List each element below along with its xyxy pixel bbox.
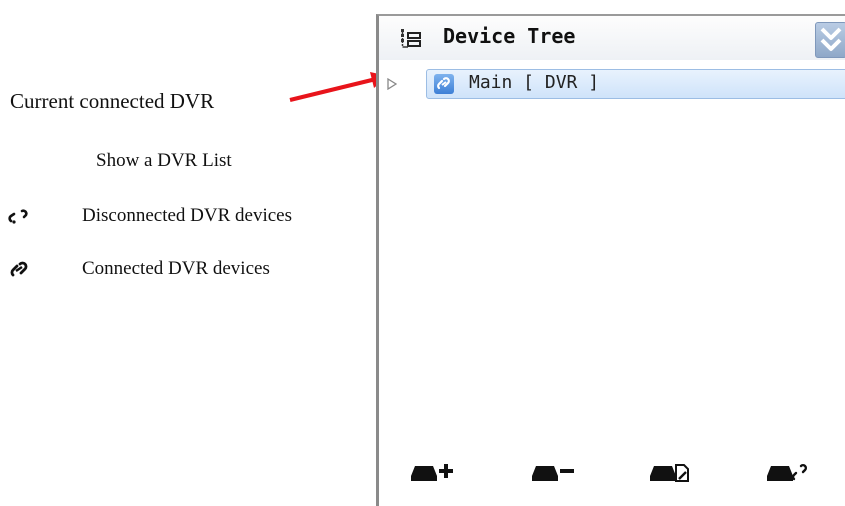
- connect-device-button[interactable]: [763, 452, 811, 486]
- edit-device-button[interactable]: [646, 452, 694, 486]
- panel-title: Device Tree: [443, 24, 576, 48]
- tree-item-label: Main [ DVR ]: [469, 72, 600, 93]
- connected-link-icon: [8, 259, 34, 279]
- add-device-icon: [411, 464, 453, 481]
- connected-link-icon: [434, 74, 454, 94]
- expand-arrow-icon[interactable]: [387, 77, 398, 91]
- current-dvr-annotation: Current connected DVR: [10, 89, 215, 113]
- remove-device-icon: [532, 466, 574, 481]
- collapse-button[interactable]: [815, 22, 845, 58]
- tree-item-main-dvr[interactable]: Main [ DVR ]: [426, 69, 845, 99]
- legend-connected: Connected DVR devices: [8, 257, 270, 281]
- edit-device-icon: [650, 464, 689, 482]
- show-dvr-list-annotation: Show a DVR List: [96, 150, 232, 171]
- add-device-button[interactable]: [407, 452, 455, 486]
- legend-disconnected: Disconnected DVR devices: [8, 204, 292, 228]
- disconnected-link-icon: [8, 206, 34, 226]
- tree-row[interactable]: Main [ DVR ]: [379, 68, 845, 100]
- double-chevron-down-icon: [820, 27, 842, 51]
- legend-label: Disconnected DVR devices: [82, 205, 292, 226]
- remove-device-button[interactable]: [528, 452, 576, 486]
- device-tree-icon: [399, 28, 423, 57]
- connect-device-icon: [767, 463, 808, 481]
- legend-label: Connected DVR devices: [82, 258, 270, 279]
- panel-header: Device Tree: [379, 16, 845, 60]
- device-tree-panel: Device Tree Main [ DVR ]: [376, 14, 845, 506]
